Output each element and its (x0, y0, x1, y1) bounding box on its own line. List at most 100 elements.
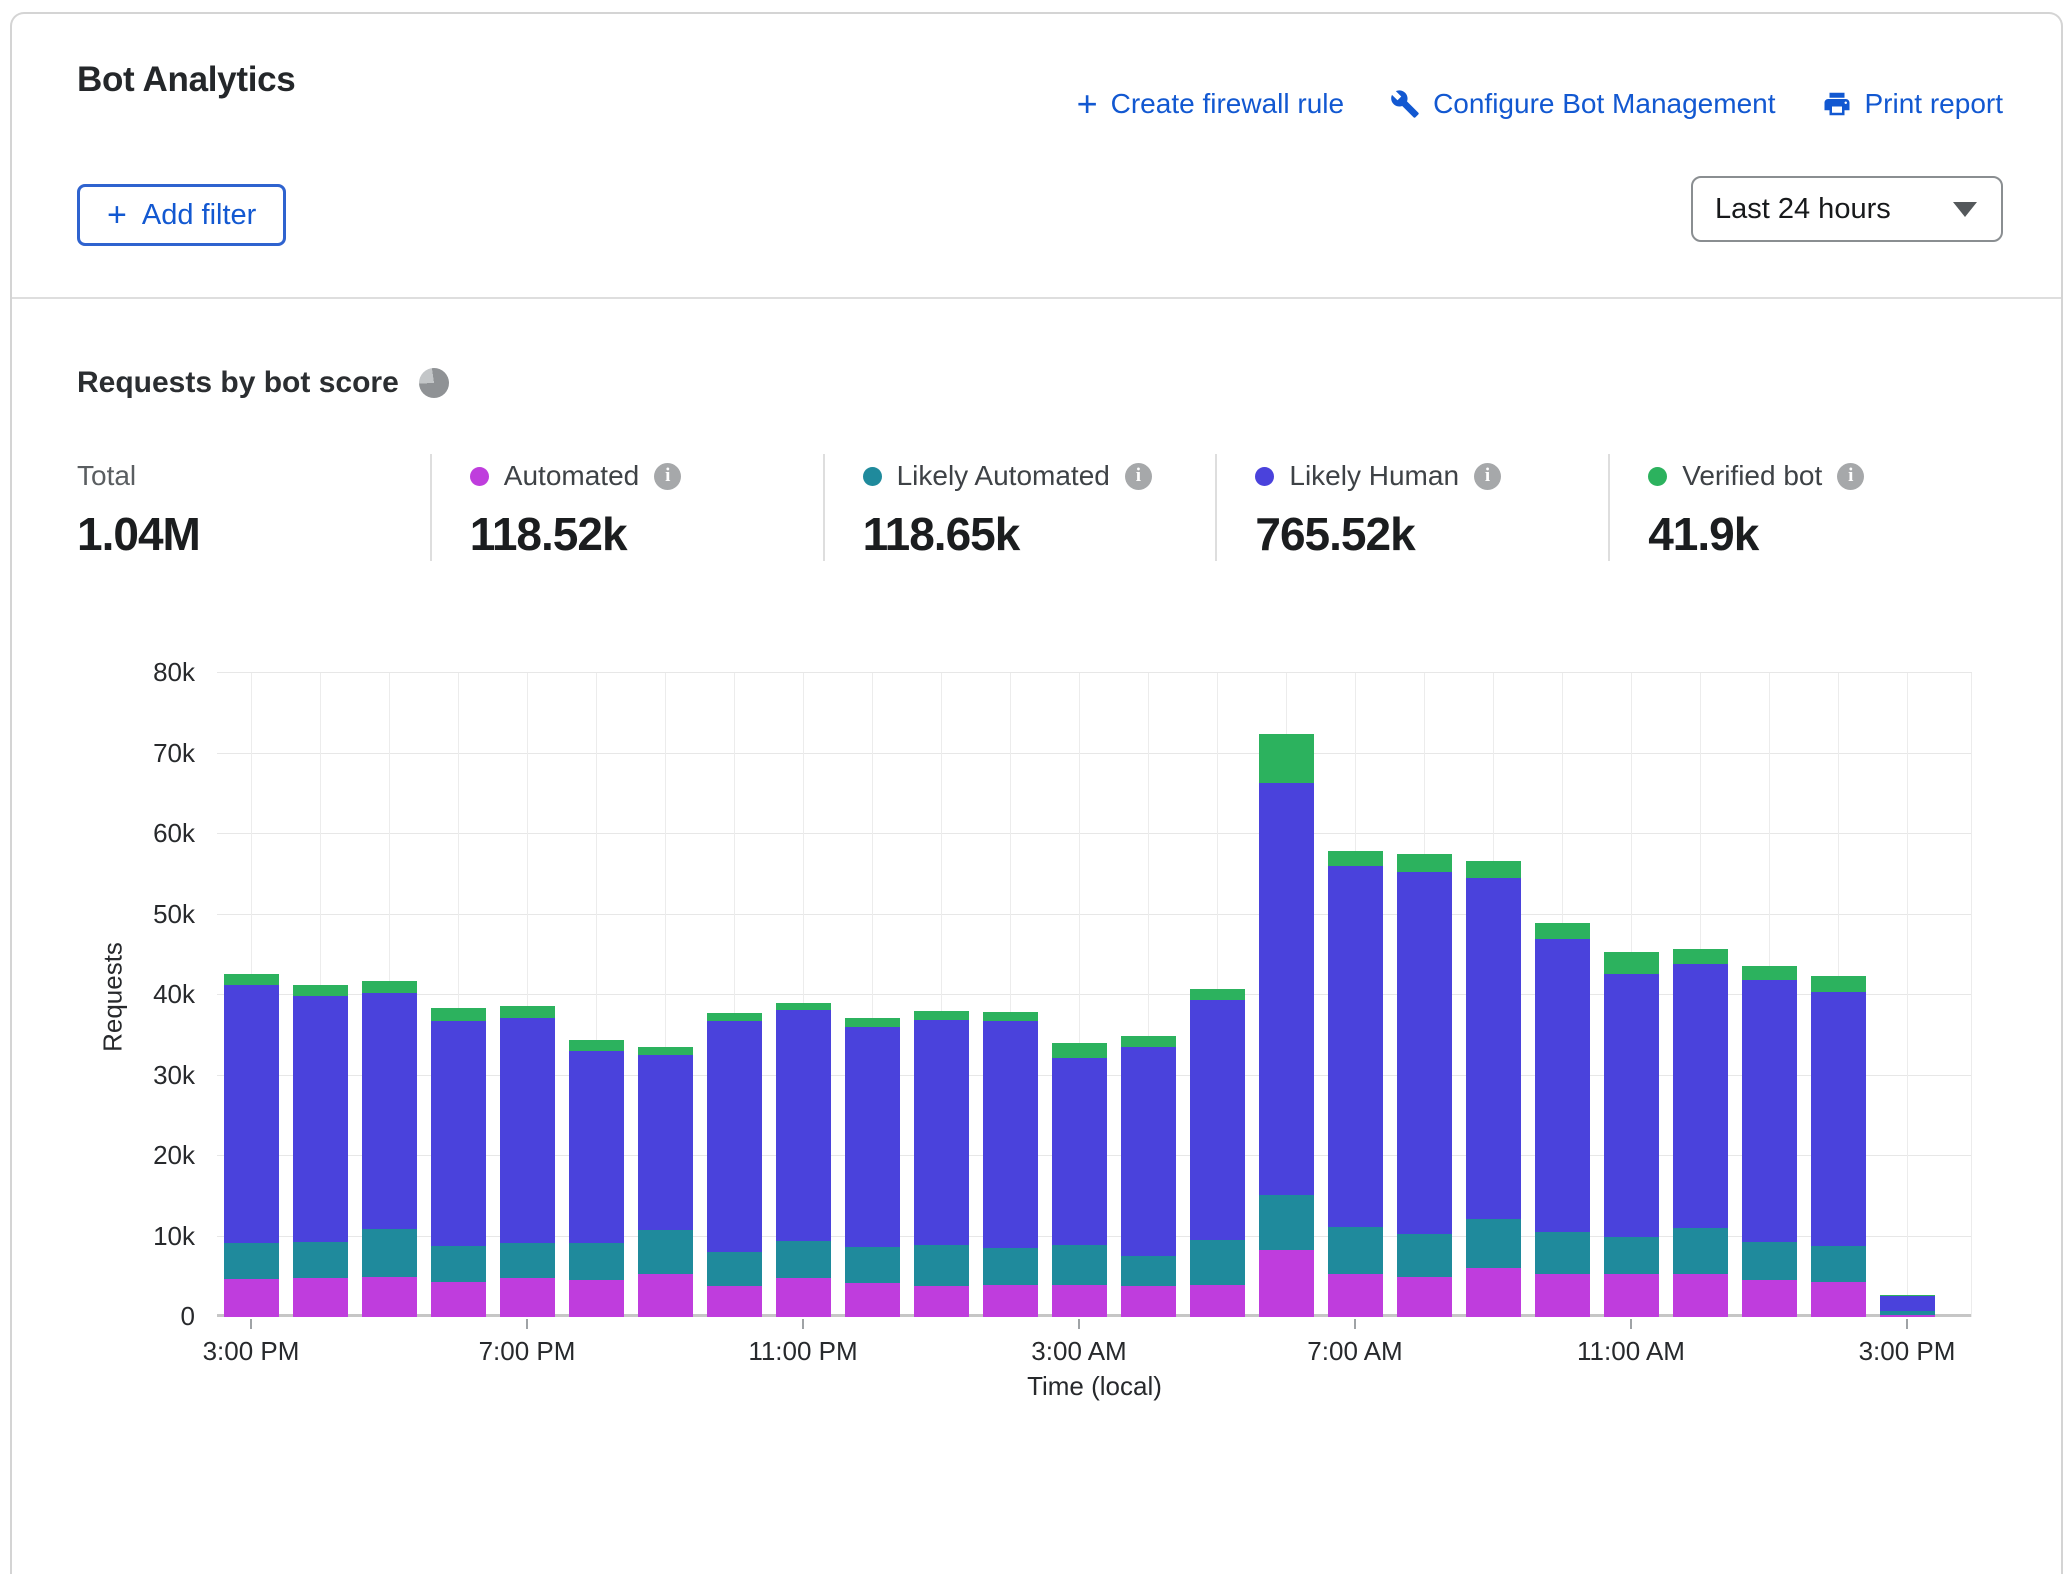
bar-segment-verified-bot (1052, 1043, 1107, 1058)
analytics-card: Bot Analytics + Create firewall rule Con… (10, 12, 2063, 1574)
bar-segment-automated (1466, 1268, 1521, 1317)
bar-segment-verified-bot (569, 1040, 624, 1050)
bar[interactable] (569, 1040, 624, 1317)
bar-segment-likely-human (1052, 1058, 1107, 1245)
bar-segment-likely-automated (638, 1230, 693, 1274)
bar-segment-likely-automated (1052, 1245, 1107, 1285)
bar-segment-likely-human (293, 996, 348, 1242)
gridline-vertical (1971, 673, 1972, 1317)
bar-segment-verified-bot (1466, 861, 1521, 879)
bar-segment-automated (1880, 1315, 1935, 1317)
y-tick-label: 60k (12, 818, 195, 849)
bar-segment-likely-human (1535, 939, 1590, 1231)
bar[interactable] (845, 1018, 900, 1317)
bar[interactable] (1466, 861, 1521, 1317)
bar-segment-automated (1121, 1286, 1176, 1317)
bar-segment-likely-human (914, 1020, 969, 1245)
bar-segment-verified-bot (1190, 989, 1245, 999)
bar-segment-verified-bot (707, 1013, 762, 1021)
bar-segment-verified-bot (1604, 952, 1659, 975)
bar-segment-automated (293, 1278, 348, 1317)
y-tick-label: 40k (12, 979, 195, 1010)
bar[interactable] (983, 1012, 1038, 1317)
requests-by-bot-score-chart: Requests 010k20k30k40k50k60k70k80k 3:00 … (12, 14, 2070, 1408)
bar-segment-likely-human (431, 1021, 486, 1246)
x-tick-label: 11:00 AM (1531, 1336, 1731, 1367)
bar-segment-automated (1811, 1282, 1866, 1317)
bar[interactable] (224, 974, 279, 1317)
bar[interactable] (1880, 1295, 1935, 1317)
bar[interactable] (707, 1013, 762, 1317)
x-tick-mark (250, 1319, 252, 1329)
x-tick-label: 3:00 PM (1807, 1336, 2007, 1367)
bar-segment-verified-bot (1673, 949, 1728, 963)
x-tick-label: 11:00 PM (703, 1336, 903, 1367)
bar[interactable] (293, 985, 348, 1317)
bar-segment-likely-automated (1604, 1237, 1659, 1275)
bar-segment-likely-human (1880, 1296, 1935, 1310)
bar[interactable] (1811, 976, 1866, 1317)
bar-segment-likely-human (569, 1051, 624, 1243)
gridline-vertical (1907, 673, 1908, 1317)
bar[interactable] (1604, 952, 1659, 1317)
bar-segment-likely-human (1604, 974, 1659, 1236)
bar-segment-likely-human (776, 1010, 831, 1241)
bar[interactable] (431, 1008, 486, 1317)
bar-segment-verified-bot (293, 985, 348, 995)
bar-segment-likely-human (1397, 872, 1452, 1234)
bar-segment-verified-bot (362, 981, 417, 993)
bar-segment-automated (1604, 1274, 1659, 1317)
bar-segment-verified-bot (1397, 854, 1452, 872)
bar[interactable] (638, 1047, 693, 1317)
bar-segment-likely-human (1673, 964, 1728, 1228)
bar-segment-automated (1328, 1274, 1383, 1317)
x-tick-label: 3:00 AM (979, 1336, 1179, 1367)
bar[interactable] (362, 981, 417, 1317)
bar-segment-likely-automated (569, 1243, 624, 1280)
bar-segment-verified-bot (1811, 976, 1866, 992)
chart-plot-area[interactable] (217, 673, 1972, 1317)
bar-segment-automated (1397, 1277, 1452, 1317)
bar-segment-likely-automated (1259, 1195, 1314, 1251)
bar-segment-likely-automated (293, 1242, 348, 1278)
bar-segment-verified-bot (1742, 966, 1797, 980)
bar[interactable] (1052, 1043, 1107, 1317)
bar-segment-verified-bot (983, 1012, 1038, 1021)
y-tick-label: 80k (12, 657, 195, 688)
bar-segment-likely-automated (914, 1245, 969, 1287)
bar-segment-automated (431, 1282, 486, 1317)
bar[interactable] (500, 1006, 555, 1317)
bar[interactable] (914, 1011, 969, 1317)
bar-segment-likely-human (983, 1021, 1038, 1248)
gridline-horizontal (217, 672, 1972, 673)
bar-segment-likely-human (1121, 1047, 1176, 1255)
x-tick-mark (1354, 1319, 1356, 1329)
bar[interactable] (1397, 854, 1452, 1317)
bar-segment-likely-human (1811, 992, 1866, 1246)
bar[interactable] (1742, 966, 1797, 1317)
bar-segment-automated (845, 1283, 900, 1317)
bar[interactable] (1673, 949, 1728, 1317)
bar-segment-likely-human (638, 1055, 693, 1230)
bar-segment-likely-automated (1673, 1228, 1728, 1275)
bar-segment-automated (638, 1274, 693, 1317)
bar-segment-likely-automated (845, 1247, 900, 1283)
bar[interactable] (1259, 734, 1314, 1317)
bar-segment-automated (1673, 1274, 1728, 1317)
x-axis-title: Time (local) (217, 1371, 1972, 1402)
bar-segment-verified-bot (431, 1008, 486, 1021)
x-tick-mark (1630, 1319, 1632, 1329)
bar-segment-verified-bot (776, 1003, 831, 1010)
bar-segment-verified-bot (224, 974, 279, 984)
bar[interactable] (776, 1003, 831, 1317)
bar[interactable] (1328, 851, 1383, 1317)
bar[interactable] (1121, 1036, 1176, 1317)
y-tick-label: 10k (12, 1221, 195, 1252)
bar-segment-likely-automated (500, 1243, 555, 1278)
bar-segment-likely-human (707, 1021, 762, 1252)
bar[interactable] (1190, 989, 1245, 1317)
bar-segment-likely-automated (1121, 1256, 1176, 1286)
bar-segment-likely-automated (1742, 1242, 1797, 1280)
bar[interactable] (1535, 923, 1590, 1317)
bar-segment-automated (914, 1286, 969, 1317)
